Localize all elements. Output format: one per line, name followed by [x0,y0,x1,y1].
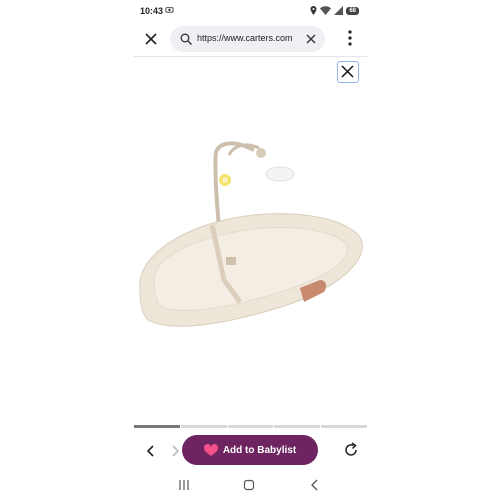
add-to-babylist-label: Add to Babylist [222,444,297,456]
gallery-segment-2[interactable] [180,425,227,428]
system-back-icon[interactable] [310,479,320,491]
url-text[interactable]: https://www.carters.com [197,33,300,43]
battery-badge: 68 [346,6,359,15]
close-icon [341,65,354,78]
phone-screen: 10:43 68 https://www.carters.com Add to … [134,0,367,500]
gallery-segment-5[interactable] [321,425,367,428]
clear-icon[interactable] [306,34,316,44]
bottom-toolbar: Add to Babylist [134,432,367,470]
gallery-segment-4[interactable] [274,425,321,428]
camera-indicator-icon [165,7,174,13]
location-icon [310,6,317,15]
product-image[interactable] [134,130,367,330]
search-icon [180,33,192,45]
heart-icon [203,443,218,456]
forward-icon[interactable] [170,444,180,458]
reload-icon[interactable] [343,442,359,458]
system-nav-bar [134,474,367,498]
back-icon[interactable] [146,444,156,458]
gallery-progress [134,425,367,428]
status-bar: 10:43 68 [134,0,367,22]
status-icons: 68 [310,5,359,16]
recent-apps-icon[interactable] [178,479,190,491]
status-time: 10:43 [140,6,164,16]
close-gallery-button[interactable] [337,61,359,83]
gallery-segment-1[interactable] [134,425,180,428]
gallery-segment-3[interactable] [227,425,274,428]
add-to-babylist-button[interactable]: Add to Babylist [182,435,318,465]
wifi-icon [320,6,332,15]
close-icon[interactable] [144,32,158,46]
more-vert-icon[interactable] [348,30,352,46]
url-bar: https://www.carters.com [134,22,367,56]
signal-icon [334,6,344,15]
home-icon[interactable] [243,479,255,491]
url-field[interactable]: https://www.carters.com [170,26,325,52]
header-divider [134,56,367,57]
